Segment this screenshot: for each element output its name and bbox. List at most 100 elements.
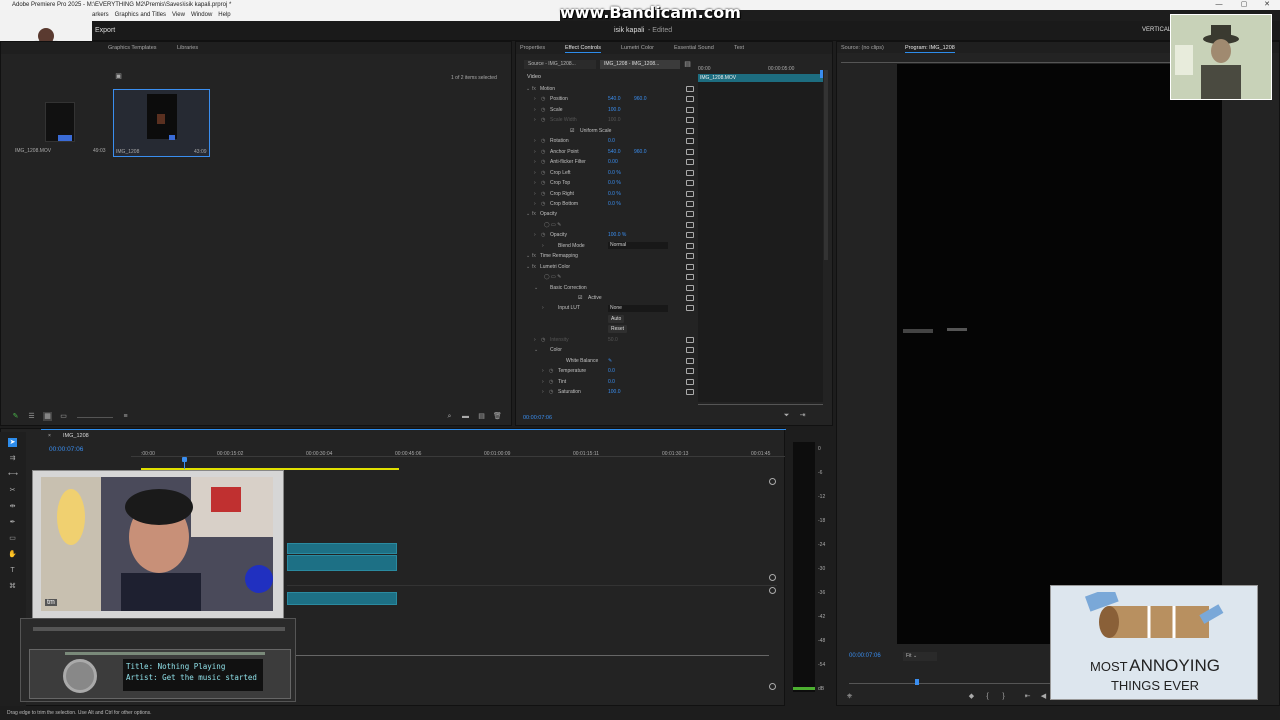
pen-icon[interactable]: ✒ xyxy=(8,518,17,527)
sequence-clip-selector[interactable]: IMG_1208 - IMG_1208... xyxy=(600,60,680,69)
hand-icon[interactable]: ✋ xyxy=(8,550,17,559)
effect-row[interactable]: ⌄ fx Opacity xyxy=(516,209,826,219)
slip-icon[interactable]: ⇹ xyxy=(8,502,17,511)
rectangle-icon[interactable]: ▭ xyxy=(8,534,17,543)
zoom-scrollbar[interactable] xyxy=(698,404,823,405)
go-to-in-icon[interactable]: ⇤ xyxy=(1023,692,1032,701)
effect-row[interactable]: › Blend Mode Normal xyxy=(516,241,826,251)
export-frame-icon[interactable]: ⇥ xyxy=(798,411,807,420)
bin-icon[interactable]: ▣ xyxy=(114,72,123,81)
playhead-handle[interactable] xyxy=(182,457,187,462)
effect-row[interactable]: White Balance ✎ xyxy=(516,356,826,366)
scroll-handle-mid2[interactable] xyxy=(769,587,776,594)
mark-in-icon[interactable]: { xyxy=(983,692,992,701)
tab-graphics-templates[interactable]: Graphics Templates xyxy=(108,45,157,51)
effect-row[interactable]: Reset xyxy=(516,324,826,334)
mark-out-icon[interactable]: } xyxy=(999,692,1008,701)
caption-icon[interactable]: ⌘ xyxy=(8,582,17,591)
audio-clip-a1[interactable] xyxy=(287,592,397,605)
effect-row[interactable]: › ◷ Opacity 100.0 % xyxy=(516,230,826,240)
effect-row[interactable]: ◯ ▭ ✎ xyxy=(516,272,826,282)
effect-row[interactable]: › ◷ Anchor Point 540.0 960.0 xyxy=(516,147,826,157)
effect-row[interactable]: ☑ Uniform Scale xyxy=(516,126,826,136)
type-icon[interactable]: T xyxy=(8,566,17,575)
ripple-edit-icon[interactable]: ⟷ xyxy=(8,470,18,479)
ec-timecode[interactable]: 00:00:07:06 xyxy=(523,415,552,421)
effect-row[interactable]: ⌄ fx Lumetri Color xyxy=(516,262,826,272)
icon-view-icon[interactable]: ▦ xyxy=(43,412,52,421)
add-marker-icon[interactable]: ⎈ xyxy=(845,692,854,701)
effect-row[interactable]: › ◷ Crop Left 0.0 % xyxy=(516,168,826,178)
tab-libraries[interactable]: Libraries xyxy=(177,45,198,51)
tab-text[interactable]: Text xyxy=(734,45,744,51)
find-icon[interactable]: ⌕ xyxy=(445,412,454,421)
export-tab[interactable]: Export xyxy=(95,27,115,34)
effect-row[interactable]: ☑ Active xyxy=(516,293,826,303)
effect-row[interactable]: ◯ ▭ ✎ xyxy=(516,220,826,230)
program-scrub-bar[interactable] xyxy=(849,683,1054,684)
mini-playhead[interactable] xyxy=(820,70,823,78)
monitor-ruler[interactable] xyxy=(841,54,1171,63)
effect-row[interactable]: › ◷ Intensity 50.0 xyxy=(516,335,826,345)
tab-effect-controls[interactable]: Effect Controls xyxy=(565,45,601,53)
marker-icon[interactable]: ◆ xyxy=(967,692,976,701)
effect-row[interactable]: › ◷ Crop Right 0.0 % xyxy=(516,189,826,199)
effect-row[interactable]: › ◷ Rotation 0.0 xyxy=(516,136,826,146)
scroll-handle-top[interactable] xyxy=(769,478,776,485)
program-playhead[interactable] xyxy=(915,679,919,685)
effect-row[interactable]: › Input LUT None xyxy=(516,303,826,313)
maximize-button[interactable]: ▢ xyxy=(1235,0,1253,10)
filter-icon[interactable]: ⏷ xyxy=(782,411,791,420)
scroll-handle-mid[interactable] xyxy=(769,574,776,581)
effect-row[interactable]: › ◷ Position 540.0 960.0 xyxy=(516,94,826,104)
program-video-frame[interactable] xyxy=(897,64,1222,644)
new-item-icon[interactable]: ▤ xyxy=(477,412,486,421)
project-item-selected[interactable]: IMG_1208 43:09 xyxy=(113,89,210,157)
effect-row[interactable]: › ◷ Saturation 100.0 xyxy=(516,387,826,397)
zoom-slider[interactable] xyxy=(77,417,113,418)
menu-help[interactable]: Help xyxy=(218,12,230,18)
close-sequence-icon[interactable]: × xyxy=(48,433,51,439)
close-button[interactable]: ✕ xyxy=(1258,0,1276,10)
effect-row[interactable]: › ◷ Tint 0.0 xyxy=(516,377,826,387)
tab-program-monitor[interactable]: Program: IMG_1208 xyxy=(905,45,955,53)
program-timecode[interactable]: 00:00:07:06 xyxy=(849,653,881,659)
menu-view[interactable]: View xyxy=(172,12,185,18)
mini-timeline-clip[interactable]: IMG_1208.MOV xyxy=(698,74,823,82)
minimize-button[interactable]: — xyxy=(1210,0,1228,10)
selection-tool-icon[interactable]: ➤ xyxy=(8,438,17,447)
effect-row[interactable]: ⌄ Color xyxy=(516,345,826,355)
list-view-icon[interactable]: ☰ xyxy=(27,412,36,421)
effect-row[interactable]: › ◷ Anti-flicker Filter 0.00 xyxy=(516,157,826,167)
scroll-handle-bottom[interactable] xyxy=(769,683,776,690)
effect-row[interactable]: › ◷ Temperature 0.0 xyxy=(516,366,826,376)
sort-icon[interactable]: ≡ xyxy=(121,412,130,421)
effect-row[interactable]: › ◷ Crop Bottom 0.0 % xyxy=(516,199,826,209)
menu-graphics[interactable]: Graphics and Titles xyxy=(115,12,166,18)
music-dial-icon[interactable] xyxy=(63,659,97,693)
trash-icon[interactable]: 🗑 xyxy=(493,412,502,421)
project-item-thumb-mov[interactable] xyxy=(45,102,75,142)
sequence-tab[interactable]: IMG_1208 xyxy=(63,433,89,439)
track-select-icon[interactable]: ⇉ xyxy=(8,454,17,463)
tab-essential-sound[interactable]: Essential Sound xyxy=(674,45,714,51)
razor-icon[interactable]: ✂ xyxy=(8,486,17,495)
video-clip-v1[interactable] xyxy=(287,555,397,571)
step-back-icon[interactable]: ◀ xyxy=(1039,692,1048,701)
effect-row[interactable]: › ◷ Scale Width 100.0 xyxy=(516,115,826,125)
workspace-label[interactable]: VERTICAL xyxy=(1142,27,1171,33)
freeform-view-icon[interactable]: ▭ xyxy=(59,412,68,421)
effect-row[interactable]: ⌄ fx Motion xyxy=(516,84,826,94)
video-clip-v2[interactable] xyxy=(287,543,397,554)
new-bin-icon[interactable]: ▬ xyxy=(461,412,470,421)
effect-row[interactable]: › ◷ Crop Top 0.0 % xyxy=(516,178,826,188)
fit-dropdown[interactable]: Fit ⌄ xyxy=(903,652,937,661)
effect-row[interactable]: Auto xyxy=(516,314,826,324)
menu-markers[interactable]: arkers xyxy=(92,12,109,18)
timeline-timecode[interactable]: 00:00:07:06 xyxy=(49,446,83,453)
tab-lumetri-color[interactable]: Lumetri Color xyxy=(621,45,654,51)
effect-row[interactable]: › ◷ Scale 100.0 xyxy=(516,105,826,115)
source-clip-selector[interactable]: Source - IMG_1208... xyxy=(524,60,596,69)
effect-row[interactable]: ⌄ fx Time Remapping xyxy=(516,251,826,261)
project-item-name[interactable]: IMG_1208.MOV xyxy=(15,148,51,154)
